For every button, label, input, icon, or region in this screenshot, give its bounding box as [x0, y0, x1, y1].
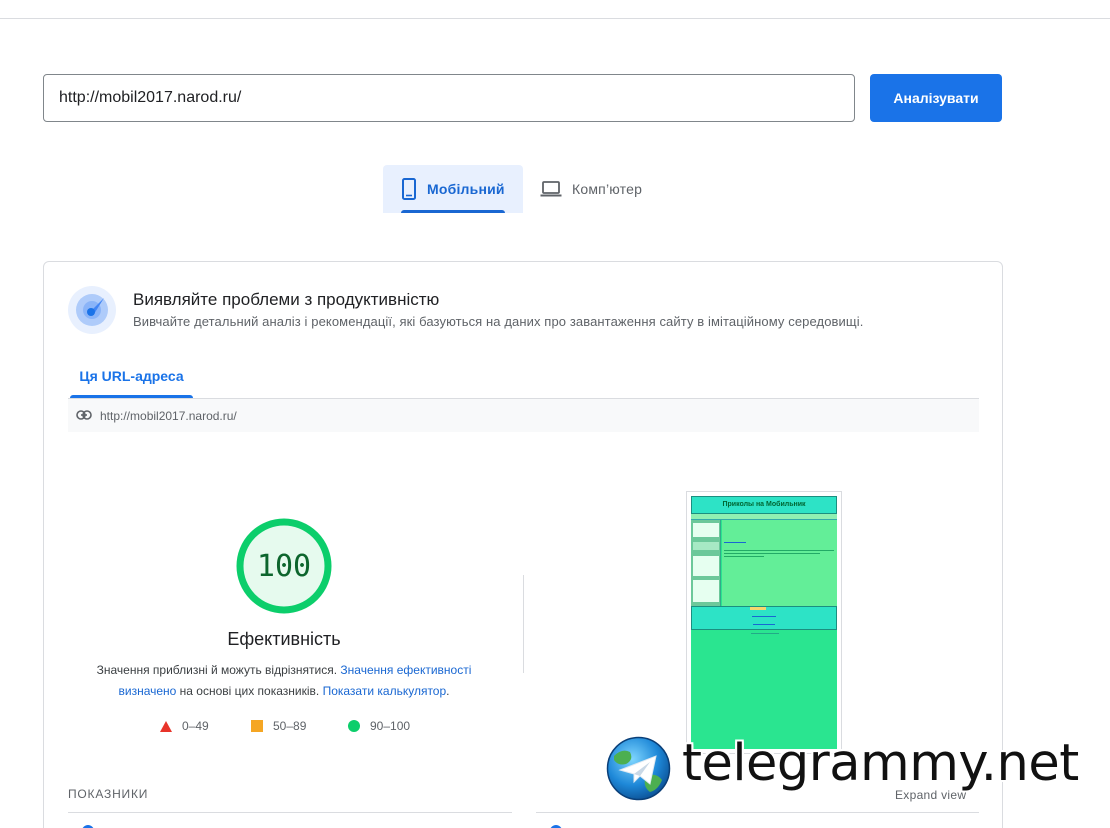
speed-dial-icon: [68, 286, 116, 334]
orange-square-icon: [251, 720, 263, 732]
legend-average: 50–89: [251, 719, 306, 733]
legend-pass: 90–100: [348, 719, 410, 733]
page-screenshot[interactable]: Приколы на Мобильник: [686, 491, 842, 754]
metrics-divider-left: [68, 812, 512, 813]
legend-fail: 0–49: [160, 719, 209, 733]
mobile-phone-icon: [401, 178, 417, 200]
calculator-link[interactable]: Показати калькулятор: [323, 684, 447, 698]
score-desc-text-1: Значення приблизні й можуть відрізнятися…: [96, 663, 341, 677]
metrics-section-label: ПОКАЗНИКИ: [68, 787, 149, 801]
screenshot-image: Приколы на Мобильник: [691, 496, 837, 749]
score-desc-text-2: на основі цих показників.: [176, 684, 323, 698]
score-desc-text-3: .: [446, 684, 450, 698]
telegram-globe-logo-icon: [606, 736, 671, 801]
tested-url: http://mobil2017.narod.ru/: [100, 408, 237, 423]
score-value: 100: [256, 548, 312, 584]
metrics-divider-right: [536, 812, 979, 813]
laptop-icon: [540, 181, 562, 197]
legend-pass-range: 90–100: [370, 719, 411, 733]
legend-average-range: 50–89: [273, 719, 307, 733]
tab-this-url[interactable]: Ця URL-адреса: [68, 354, 195, 398]
card-subtitle: Вивчайте детальний аналіз і рекомендації…: [133, 314, 864, 329]
tab-mobile-label: Мобільний: [427, 181, 505, 197]
analyze-button[interactable]: Аналізувати: [870, 74, 1002, 122]
score-description: Значення приблизні й можуть відрізнятися…: [88, 660, 480, 702]
tab-mobile[interactable]: Мобільний: [383, 165, 523, 213]
screenshot-site-title: Приколы на Мобильник: [691, 496, 837, 514]
top-divider: [0, 18, 1110, 19]
green-circle-icon: [348, 720, 360, 732]
screenshot-main: [722, 520, 837, 606]
link-icon: [76, 407, 92, 425]
tab-desktop[interactable]: Комп’ютер: [538, 165, 668, 213]
card-title: Виявляйте проблеми з продуктивністю: [133, 290, 440, 309]
tab-desktop-label: Комп’ютер: [572, 181, 643, 197]
screenshot-sidebar: [691, 520, 721, 606]
url-input[interactable]: [43, 74, 855, 122]
score-label: Ефективність: [227, 629, 341, 649]
red-triangle-icon: [160, 720, 172, 732]
watermark-text: telegrammy.net: [682, 734, 1079, 793]
tested-url-bar: http://mobil2017.narod.ru/: [68, 398, 979, 432]
vertical-divider: [523, 575, 524, 673]
legend-fail-range: 0–49: [182, 719, 209, 733]
screenshot-footer: [691, 606, 837, 630]
